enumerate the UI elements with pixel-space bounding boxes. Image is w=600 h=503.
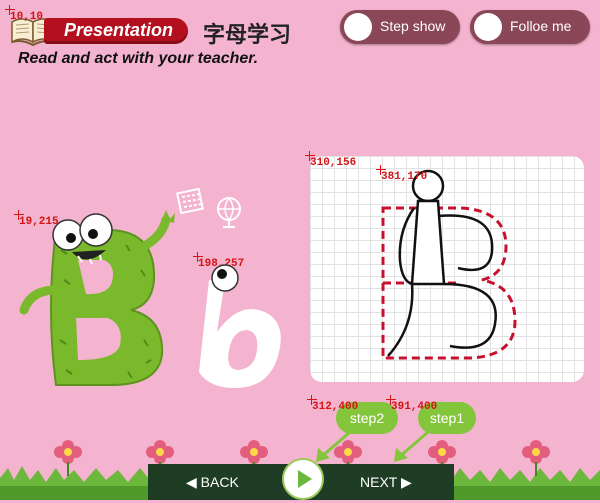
lowercase-b-character (199, 264, 281, 388)
flower-icon (522, 440, 550, 476)
marker-label: 381,170 (381, 171, 428, 183)
back-button[interactable]: ◀ BACK (186, 474, 239, 491)
next-button[interactable]: NEXT ▶ (360, 474, 412, 491)
abacus-icon (176, 188, 205, 215)
toggle-knob-icon (474, 13, 502, 41)
step-show-toggle[interactable]: Step show (340, 10, 460, 44)
follow-me-toggle[interactable]: Folloe me (470, 10, 590, 44)
marker-label: 310,156 (310, 157, 357, 169)
instruction-text: Read and act with your teacher. (18, 50, 259, 67)
follow-me-label: Folloe me (510, 18, 572, 34)
chinese-title: 字母学习 (203, 23, 292, 48)
presentation-banner: Presentation (44, 18, 188, 44)
next-label: NEXT (360, 474, 398, 490)
letter-b-trace-figure (381, 169, 517, 360)
marker-label: 391,400 (391, 401, 438, 413)
toggle-knob-icon (344, 13, 372, 41)
play-icon (298, 470, 312, 488)
marker-label: 10,10 (10, 11, 44, 23)
banner-label: Presentation (64, 20, 174, 40)
back-label: BACK (200, 474, 239, 490)
globe-icon (217, 197, 241, 228)
step-show-label: Step show (380, 18, 446, 34)
green-monster-letter-b (19, 210, 175, 386)
next-arrow-icon: ▶ (400, 474, 412, 490)
back-arrow-icon: ◀ (186, 474, 197, 490)
flower-icon (54, 440, 82, 476)
play-button[interactable] (282, 458, 324, 500)
marker-label: 312,400 (312, 401, 359, 413)
